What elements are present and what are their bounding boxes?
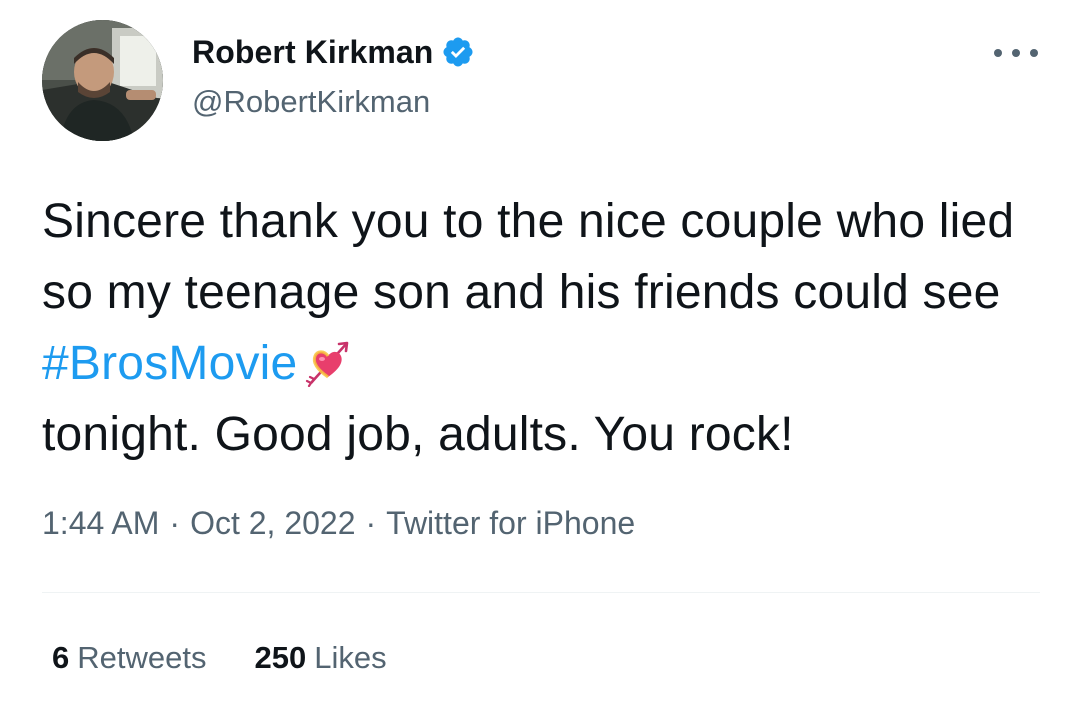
likes-stat[interactable]: 250 Likes <box>254 640 386 676</box>
likes-label: Likes <box>314 640 387 675</box>
author-handle[interactable]: @RobertKirkman <box>192 84 475 120</box>
meta-separator: · <box>365 505 377 541</box>
tweet-text: Sincere thank you to the nice couple who… <box>42 186 1032 470</box>
author-name-row: Robert Kirkman <box>192 32 475 72</box>
more-options-button[interactable] <box>994 38 1038 68</box>
avatar-photo <box>42 20 163 141</box>
more-dot-icon <box>1012 49 1020 57</box>
divider <box>42 592 1040 593</box>
tweet-text-ending: tonight. Good job, adults. You rock! <box>42 408 794 461</box>
retweets-label: Retweets <box>77 640 207 675</box>
author-display-name[interactable]: Robert Kirkman <box>192 34 433 71</box>
tweet-source-link[interactable]: Twitter for iPhone <box>386 505 635 541</box>
more-dot-icon <box>1030 49 1038 57</box>
heart-with-arrow-emoji-icon <box>303 336 353 388</box>
author-info: Robert Kirkman @RobertKirkman <box>192 32 475 120</box>
more-dot-icon <box>994 49 1002 57</box>
tweet-text-body: Sincere thank you to the nice couple who… <box>42 195 1015 319</box>
tweet-card: Robert Kirkman @RobertKirkman Sincere th… <box>0 0 1080 711</box>
tweet-time: 1:44 AM <box>42 505 160 541</box>
avatar[interactable] <box>42 20 163 141</box>
tweet-time-link[interactable]: 1:44 AM · Oct 2, 2022 <box>42 505 356 541</box>
tweet-date: Oct 2, 2022 <box>190 505 356 541</box>
verified-badge-icon <box>441 35 475 69</box>
retweets-stat[interactable]: 6 Retweets <box>52 640 206 676</box>
hashtag-link[interactable]: #BrosMovie <box>42 337 297 390</box>
meta-separator: · <box>169 505 181 541</box>
retweets-count: 6 <box>52 640 70 675</box>
likes-count: 250 <box>254 640 307 675</box>
tweet-metadata: 1:44 AM · Oct 2, 2022 · Twitter for iPhone <box>42 505 635 542</box>
tweet-stats: 6 Retweets 250 Likes <box>52 640 435 676</box>
